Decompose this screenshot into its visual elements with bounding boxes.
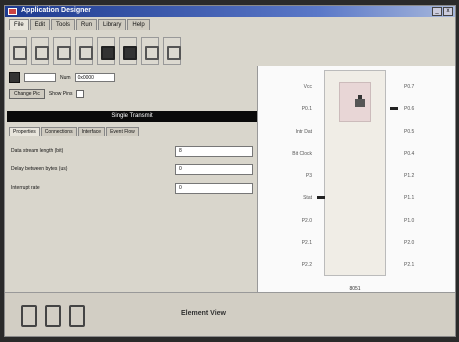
toolbar-button-3[interactable] xyxy=(53,37,71,65)
tab-help[interactable]: Help xyxy=(127,19,150,30)
tab-tools[interactable]: Tools xyxy=(51,19,76,30)
tab-library[interactable]: Library xyxy=(98,19,127,30)
toolbar-button-5[interactable] xyxy=(97,37,115,65)
show-pins-checkbox[interactable] xyxy=(76,90,85,98)
pin-label-right: P1.1 xyxy=(404,195,415,201)
window-title: Application Designer xyxy=(21,7,92,14)
element-button-3[interactable] xyxy=(67,301,85,327)
component-icon xyxy=(122,45,137,60)
property-input[interactable]: 0 xyxy=(175,183,253,194)
pin-label-left: P2.0 xyxy=(301,218,312,224)
subtab-interface[interactable]: Interface xyxy=(77,127,106,136)
toolbar xyxy=(9,33,181,69)
pin-wire xyxy=(390,107,398,110)
property-label: Delay between bytes (us) xyxy=(11,166,68,172)
toolbar-button-6[interactable] xyxy=(119,37,137,65)
pin-label-right: P2.0 xyxy=(404,240,415,246)
property-label: Data stream length (bit) xyxy=(11,148,64,154)
pin-label-right: P1.0 xyxy=(404,218,415,224)
panel-title: Single Transmit xyxy=(7,111,257,122)
toolbar-button-4[interactable] xyxy=(75,37,93,65)
component-icon xyxy=(34,45,49,60)
toolbar-button-7[interactable] xyxy=(141,37,159,65)
pin-label-left: P0.1 xyxy=(301,106,312,112)
change-pic-button[interactable]: Change Pic xyxy=(9,89,45,99)
tab-edit[interactable]: Edit xyxy=(29,19,51,30)
pin-label-right: P0.5 xyxy=(404,129,415,135)
component-icon xyxy=(12,45,27,60)
num-label: Num xyxy=(60,74,71,81)
pin-label-right: P0.6 xyxy=(404,106,415,112)
toolbar-button-1[interactable] xyxy=(9,37,27,65)
status-text: Element View xyxy=(181,310,227,317)
pin-label-left: P2.2 xyxy=(301,262,312,268)
property-input[interactable]: 8 xyxy=(175,146,253,157)
minimize-button[interactable]: _ xyxy=(432,7,442,16)
pin-label-left: Intr Dat xyxy=(295,129,312,135)
control-row-bottom: Change Pic Show Pins xyxy=(9,89,85,99)
num-select[interactable]: 0x0000 xyxy=(74,73,115,82)
pin-label-left: Bit Clock xyxy=(292,151,312,157)
properties-panel: Data stream length (bit) 8 Delay between… xyxy=(7,136,257,286)
chip-component-icon xyxy=(355,95,365,107)
pin-label-right: P2.1 xyxy=(404,262,415,268)
component-icon xyxy=(78,45,93,60)
title-bar: Application Designer _ x xyxy=(5,6,455,17)
element-icon xyxy=(43,301,61,327)
tab-file[interactable]: File xyxy=(9,19,29,30)
element-icon xyxy=(67,301,85,327)
subtab-properties[interactable]: Properties xyxy=(9,127,40,136)
show-pins-label: Show Pins xyxy=(48,91,73,97)
subtab-event-flow[interactable]: Event Flow xyxy=(106,127,139,136)
tab-run[interactable]: Run xyxy=(76,19,98,30)
component-icon xyxy=(56,45,71,60)
pin-wire xyxy=(317,196,325,199)
element-icon xyxy=(19,301,37,327)
color-swatch[interactable] xyxy=(9,72,20,83)
menu-tabs: File Edit Tools Run Library Help xyxy=(9,19,151,30)
element-button-2[interactable] xyxy=(43,301,61,327)
component-icon xyxy=(166,45,181,60)
pin-label-left: P2.1 xyxy=(301,240,312,246)
close-button[interactable]: x xyxy=(443,7,453,16)
toolbar-button-8[interactable] xyxy=(163,37,181,65)
pin-label-left: Stat xyxy=(303,195,312,201)
toolbar-button-2[interactable] xyxy=(31,37,49,65)
pin-label-right: P0.4 xyxy=(404,151,415,157)
pin-label-left: Vcc xyxy=(303,84,312,90)
sub-tabs: Properties Connections Interface Event F… xyxy=(9,127,140,136)
property-label: Interrupt rate xyxy=(11,185,40,191)
app-icon xyxy=(8,8,17,15)
component-icon xyxy=(144,45,159,60)
application-window: Application Designer _ x File Edit Tools… xyxy=(4,5,456,337)
pin-label-left: P3 xyxy=(305,173,312,179)
pin-label-right: P1.2 xyxy=(404,173,415,179)
control-row-top: Num 0x0000 xyxy=(9,72,115,83)
pin-label-right: P0.7 xyxy=(404,84,415,90)
property-input[interactable]: 0 xyxy=(175,164,253,175)
value-field[interactable] xyxy=(24,73,56,82)
chip-preview: Vcc P0.1 Intr Dat Bit Clock P3 Stat P2.0… xyxy=(257,66,455,292)
status-bar: Element View xyxy=(5,292,455,336)
window-controls: _ x xyxy=(432,7,453,16)
subtab-connections[interactable]: Connections xyxy=(40,127,77,136)
element-button-1[interactable] xyxy=(19,301,37,327)
component-icon xyxy=(100,45,115,60)
